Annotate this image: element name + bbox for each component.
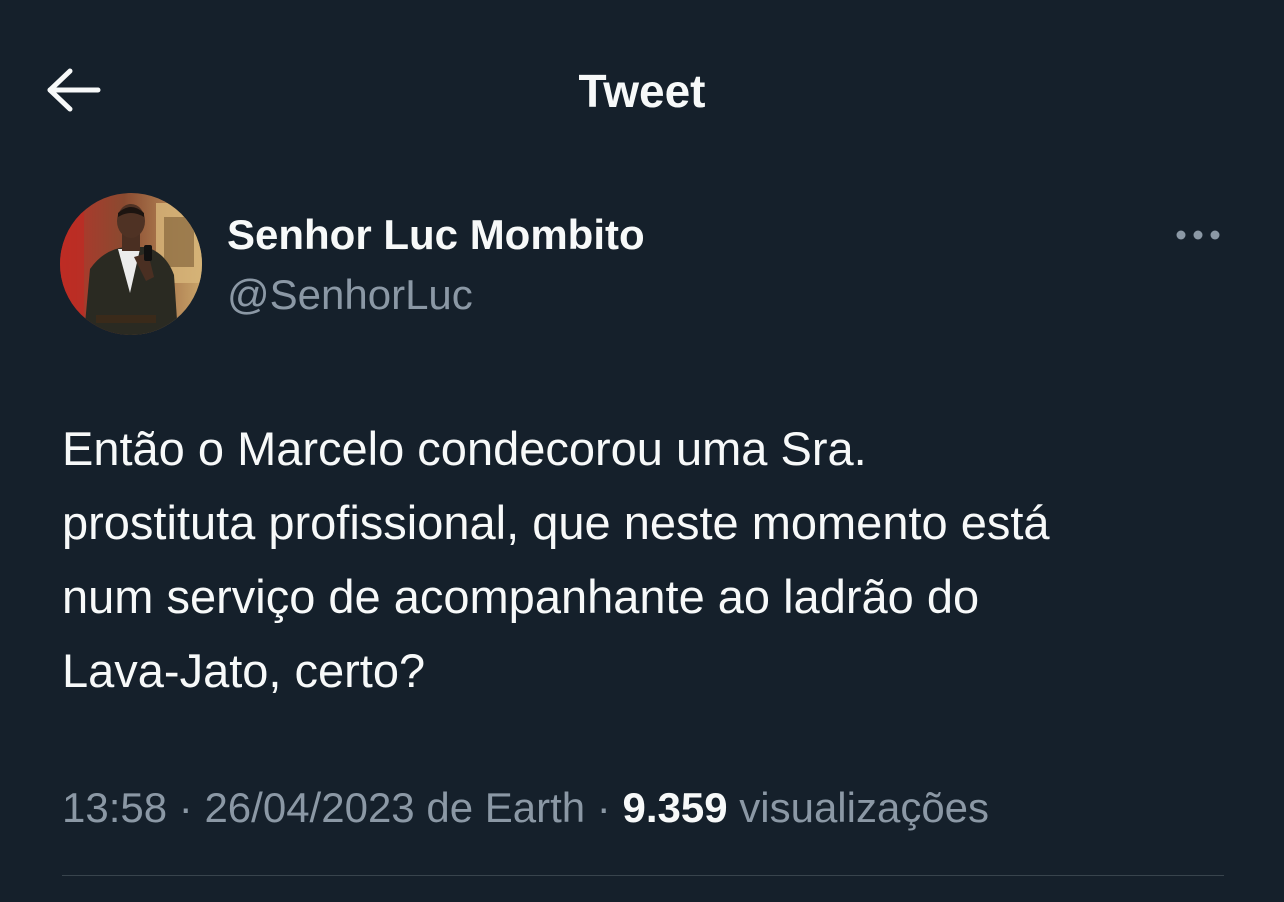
tweet-text-line: num serviço de acompanhante ao ladrão do: [62, 570, 980, 623]
tweet-text-line: prostituta profissional, que neste momen…: [62, 496, 1050, 549]
views-count: 9.359: [622, 784, 728, 831]
tweet-time[interactable]: 13:58: [62, 784, 167, 831]
tweet-date[interactable]: 26/04/2023: [204, 784, 414, 831]
tweet-author: Senhor Luc Mombito @SenhorLuc: [60, 193, 1230, 338]
more-horizontal-icon: [1176, 230, 1220, 240]
tweet-text-line: Então o Marcelo condecorou uma Sra.: [62, 422, 867, 475]
author-handle[interactable]: @SenhorLuc: [227, 267, 473, 323]
top-bar: Tweet: [0, 0, 1284, 180]
tweet-source: Earth: [484, 784, 586, 831]
profile-photo: [60, 193, 202, 335]
more-options-button[interactable]: [1160, 215, 1236, 255]
page-title: Tweet: [578, 65, 706, 117]
tweet-text-line: Lava-Jato, certo?: [62, 644, 426, 697]
tweet-text: Então o Marcelo condecorou uma Sra. pros…: [62, 412, 1232, 708]
divider: [62, 875, 1224, 876]
author-display-name[interactable]: Senhor Luc Mombito: [227, 207, 645, 263]
separator-dot: ·: [596, 784, 611, 831]
separator-dot: ·: [178, 784, 193, 831]
views-label: visualizações: [739, 784, 990, 831]
source-prefix: de: [426, 784, 474, 831]
tweet-metadata: 13:58 · 26/04/2023 de Earth · 9.359 visu…: [62, 780, 1232, 836]
avatar[interactable]: [60, 193, 202, 335]
